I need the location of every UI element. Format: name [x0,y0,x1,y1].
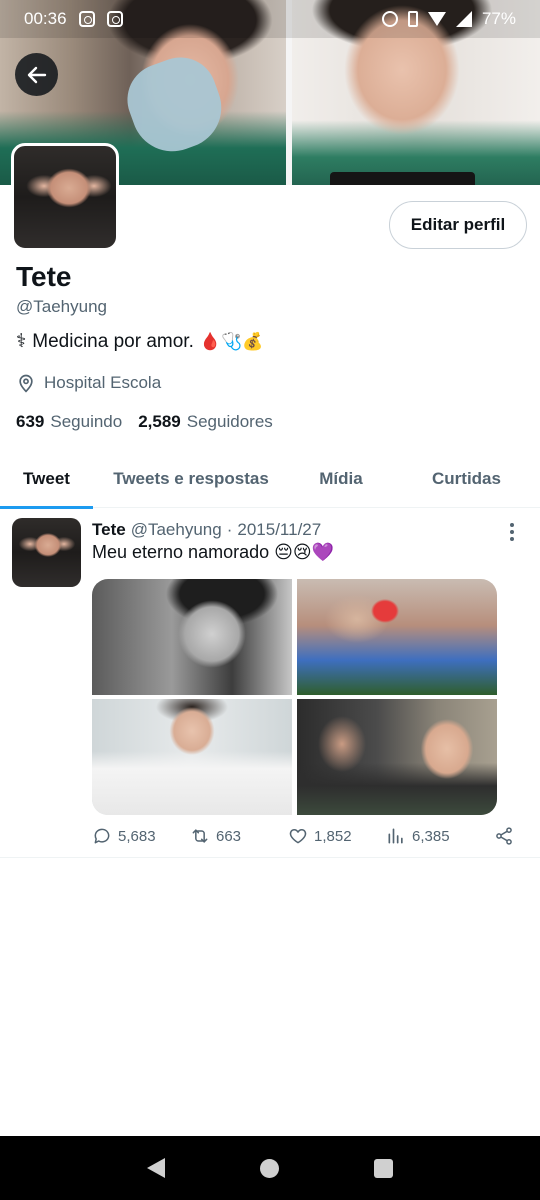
wifi-icon [427,12,446,26]
bar-chart-icon [388,828,403,844]
tweet-header: Tete @Taehyung · 2015/11/27 [92,520,321,540]
tweet-avatar[interactable] [12,518,81,587]
follow-stats: 639 Seguindo 2,589 Seguidores [16,412,273,432]
alarm-icon [381,11,398,27]
followers-link[interactable]: 2,589 Seguidores [138,412,273,432]
like-button[interactable]: 1,852 [288,826,386,846]
heart-icon [289,829,307,844]
bio-emojis: 🩸🩺💰 [199,331,264,351]
bio-prefix: ⚕ [16,331,27,352]
followers-label: Seguidores [186,412,273,431]
profile-location: Hospital Escola [16,373,161,393]
views-count: 6,385 [412,827,450,845]
system-nav-bar [0,1136,540,1200]
more-vertical-icon[interactable] [504,520,520,544]
edit-profile-button[interactable]: Editar perfil [389,201,527,249]
share-icon [496,827,512,845]
tweet-actions: 5,683 663 1,852 6,385 [92,824,522,848]
tab-tweets[interactable]: Tweet [0,450,93,509]
tab-tweets-and-replies[interactable]: Tweets e respostas [93,450,289,508]
retweet-count: 663 [216,827,242,845]
instagram-icon [78,11,95,27]
status-time: 00:36 [24,9,67,28]
display-name: Tete [16,261,72,292]
map-pin-icon [19,374,33,393]
nav-back-icon[interactable] [147,1158,166,1178]
nav-home-icon[interactable] [259,1158,279,1178]
arrow-left-icon [27,66,46,83]
tab-media[interactable]: Mídia [289,450,393,508]
profile-bio: ⚕ Medicina por amor. 🩸🩺💰 [16,330,263,353]
retweet-icon [192,829,208,843]
tweet-media-2[interactable] [297,579,497,695]
profile-tabs: Tweet Tweets e respostas Mídia Curtidas [0,450,540,509]
tweet-item[interactable]: Tete @Taehyung · 2015/11/27 Meu eterno n… [0,508,540,858]
vibrate-icon [407,11,418,27]
tweet-text: Meu eterno namorado 😔😢💜 [92,542,335,562]
battery-percentage: 77% [481,9,516,28]
like-count: 1,852 [314,827,352,845]
following-count: 639 [16,412,45,431]
tweet-media-3[interactable] [92,699,292,815]
tweet-media-grid [92,579,497,815]
retweet-button[interactable]: 663 [190,826,288,846]
tweet-date[interactable]: 2015/11/27 [237,520,321,540]
tweet-separator: · [226,520,233,539]
share-button[interactable] [494,826,514,846]
signal-icon [455,11,472,27]
instagram-icon-2 [106,11,123,27]
followers-count: 2,589 [138,412,181,431]
views-button[interactable]: 6,385 [386,826,494,846]
profile-avatar[interactable] [11,143,119,251]
reply-count: 5,683 [118,827,156,845]
tweet-author-name[interactable]: Tete [92,520,126,540]
location-text: Hospital Escola [44,373,162,392]
banner-phone-shape [330,172,475,185]
back-button[interactable] [15,53,58,96]
nav-recents-icon[interactable] [373,1158,393,1178]
profile-handle: @Taehyung [16,297,107,316]
bio-text: Medicina por amor. [32,330,194,352]
reply-button[interactable]: 5,683 [92,826,190,846]
following-link[interactable]: 639 Seguindo [16,412,122,432]
following-label: Seguindo [50,412,123,431]
tweet-media-4[interactable] [297,699,497,815]
status-right: 77% [381,9,516,29]
tweet-author-handle: @Taehyung [130,520,222,539]
reply-icon [94,828,110,844]
tab-likes[interactable]: Curtidas [393,450,540,508]
status-bar: 00:36 77% [0,0,540,38]
tweet-media-1[interactable] [92,579,292,695]
